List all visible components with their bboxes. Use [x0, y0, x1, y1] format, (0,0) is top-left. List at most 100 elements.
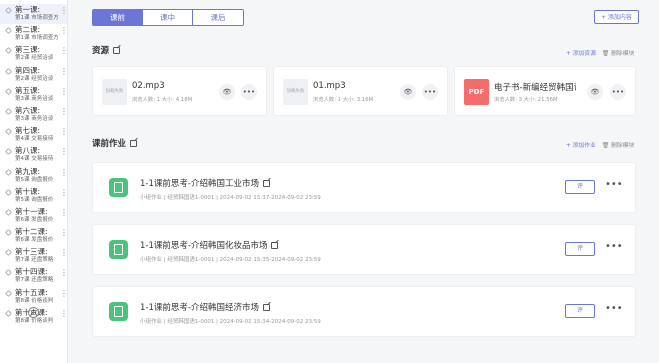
drag-handle-icon[interactable] [4, 208, 13, 216]
homework-icon [109, 302, 128, 321]
more-icon[interactable]: ••• [605, 304, 623, 314]
vertical-more-icon[interactable]: ⋮ [60, 229, 67, 237]
eye-icon[interactable]: 👁 [400, 84, 416, 100]
homework-icon [109, 178, 128, 197]
edit-icon[interactable] [262, 180, 270, 187]
sidebar-lesson-item[interactable]: 第五课: 第3课 商务洽谈 ⋮ [0, 85, 67, 105]
audio-thumbnail: 加载失败 [283, 79, 308, 105]
review-button[interactable]: 评 [565, 242, 595, 256]
sidebar-lesson-item[interactable]: 第二课:第1课 市场调查方法⋮ [0, 24, 67, 44]
delete-module-link[interactable]: 🗑 删除模块 [602, 143, 634, 149]
add-resource-link[interactable]: + 添加资源 [566, 51, 596, 57]
resources-title: 资源 [92, 46, 110, 56]
sidebar-lesson-item[interactable]: 第六课: 第3课 商务洽谈 ⋮ [0, 105, 67, 125]
sidebar-lesson-item[interactable]: 第十四课: 第7课 还盘策略 ⋮ [0, 266, 67, 286]
drag-handle-icon[interactable] [4, 289, 13, 297]
review-button[interactable]: 评 [565, 304, 595, 318]
tab-in-class[interactable]: 课中 [143, 10, 193, 25]
sidebar-lesson-item[interactable]: 第十三课: 第7课 还盘策略 ⋮ [0, 246, 67, 266]
vertical-more-icon[interactable]: ⋮ [60, 47, 67, 55]
vertical-more-icon[interactable]: ⋮ [60, 188, 67, 197]
eye-icon[interactable]: 👁 [587, 84, 603, 100]
sidebar-lesson-item[interactable]: 第十五课: 第8课 价格谈判 ⋮ [0, 287, 67, 307]
vertical-more-icon[interactable]: ⋮ [60, 208, 67, 217]
homework-icon [109, 240, 128, 259]
drag-handle-icon[interactable] [4, 269, 13, 277]
sidebar-lesson-item[interactable]: 第十课: 第5课 询盘报价 ⋮ [0, 186, 67, 206]
edit-icon[interactable] [262, 304, 270, 311]
more-icon[interactable]: ••• [610, 84, 626, 100]
sidebar-lesson-item[interactable]: 第十一课: 第6课 发盘报价 ⋮ [0, 206, 67, 226]
homework-title: 课前作业 [92, 139, 127, 149]
resource-card[interactable]: PDF 电子书-新编经贸韩国语 浏览人数: 3 大小: 21.56M 👁 ••• [454, 66, 636, 116]
sidebar-lesson-item[interactable]: 第四课: 第2课 经贸洽谈 ⋮ [0, 65, 67, 85]
homework-card[interactable]: 1-1课前思考-介绍韩国经济市场 小组作业 | 经贸韩国语1-0001 | 20… [92, 286, 636, 337]
audio-thumbnail: 加载失败 [102, 79, 127, 105]
sidebar-lesson-item[interactable]: 第三课: 第2课 经贸洽谈 ⋮ [0, 44, 67, 64]
vertical-more-icon[interactable]: ⋮ [60, 87, 67, 96]
lesson-subtitle: 第5课 询盘报价 [15, 176, 54, 183]
resource-name: 02.mp3 [132, 81, 165, 91]
vertical-more-icon[interactable]: ⋮ [60, 148, 67, 156]
vertical-more-icon[interactable]: ⋮ [60, 107, 67, 116]
app-root: 第一课:第1课 市场调查方法⋮第二课:第1课 市场调查方法⋮第三课:第2课 经贸… [0, 0, 659, 363]
drag-handle-icon[interactable] [4, 168, 13, 176]
homework-card[interactable]: 1-1课前思考-介绍韩国工业市场 小组作业 | 经贸韩国语1-0001 | 20… [92, 162, 636, 213]
homework-title: 1-1课前思考-介绍韩国化妆品市场 [140, 239, 279, 251]
sidebar-lesson-item[interactable]: 第一课:第1课 市场调查方法⋮ [0, 4, 67, 25]
drag-handle-icon[interactable] [4, 188, 13, 196]
lesson-subtitle: 第5课 询盘报价 [15, 196, 54, 203]
add-homework-link[interactable]: + 添加作业 [566, 143, 596, 149]
homework-title: 1-1课前思考-介绍韩国经济市场 [140, 301, 270, 313]
pdf-icon: PDF [464, 79, 489, 105]
vertical-more-icon[interactable]: ⋮ [60, 309, 67, 318]
drag-handle-icon[interactable] [4, 27, 13, 35]
more-icon[interactable]: ••• [241, 84, 257, 100]
homework-title: 1-1课前思考-介绍韩国工业市场 [140, 177, 270, 189]
drag-handle-icon[interactable] [4, 47, 13, 55]
drag-handle-icon[interactable] [4, 128, 13, 136]
resource-card[interactable]: 加载失败 02.mp3 浏览人数: 1 大小: 4.18M 👁 ••• [92, 66, 267, 116]
vertical-more-icon[interactable]: ⋮ [60, 168, 67, 177]
sidebar-lesson-item[interactable]: 第七课: 第4课 交易接待 ⋮ [0, 125, 67, 145]
eye-icon[interactable]: 👁 [219, 84, 235, 100]
drag-handle-icon[interactable] [4, 87, 13, 95]
drag-handle-icon[interactable] [4, 148, 13, 156]
vertical-more-icon[interactable]: ⋮ [60, 7, 67, 15]
vertical-more-icon[interactable]: ⋮ [60, 67, 67, 76]
drag-handle-icon[interactable] [4, 107, 13, 115]
add-lesson-icon[interactable]: ⊕ [28, 307, 39, 318]
sidebar-lesson-item[interactable]: 第八课: 第4课 交易接待 ⋮ [0, 145, 67, 165]
more-icon[interactable]: ••• [605, 180, 623, 190]
vertical-more-icon[interactable]: ⋮ [60, 289, 67, 298]
drag-handle-icon[interactable] [4, 249, 13, 257]
drag-handle-icon[interactable] [4, 6, 13, 15]
homework-meta: 小组作业 | 经贸韩国语1-0001 | 2024-09-02 15:34-20… [140, 319, 321, 325]
review-button[interactable]: 评 [565, 180, 595, 194]
more-icon[interactable]: ••• [605, 242, 623, 252]
lesson-sidebar: 第一课:第1课 市场调查方法⋮第二课:第1课 市场调查方法⋮第三课:第2课 经贸… [0, 0, 68, 363]
sidebar-lesson-item[interactable]: 第十二课: 第6课 发盘报价 ⋮ [0, 226, 67, 246]
vertical-more-icon[interactable]: ⋮ [60, 128, 67, 136]
resources-section-title: 资源 [92, 44, 121, 56]
vertical-more-icon[interactable]: ⋮ [60, 249, 67, 257]
drag-handle-icon[interactable] [4, 229, 13, 237]
more-icon[interactable]: ••• [422, 84, 438, 100]
delete-module-link[interactable]: 🗑 删除模块 [602, 51, 634, 57]
lesson-subtitle: 第8课 价格谈判 [15, 297, 54, 304]
vertical-more-icon[interactable]: ⋮ [60, 27, 67, 35]
tab-before-class[interactable]: 课前 [93, 10, 143, 25]
drag-handle-icon[interactable] [4, 67, 13, 75]
edit-icon[interactable] [271, 242, 279, 249]
resource-meta: 浏览人数: 1 大小: 3.16M [313, 97, 374, 103]
add-content-button[interactable]: + 添加内容 [594, 10, 639, 24]
edit-icon[interactable] [130, 140, 138, 147]
edit-icon[interactable] [113, 47, 121, 54]
resource-card[interactable]: 加载失败 01.mp3 浏览人数: 1 大小: 3.16M 👁 ••• [273, 66, 448, 116]
sidebar-lesson-item[interactable]: 第九课: 第5课 询盘报价 ⋮ [0, 166, 67, 186]
stage-tabs: 课前 课中 课后 [92, 9, 244, 26]
tab-after-class[interactable]: 课后 [193, 10, 243, 25]
vertical-more-icon[interactable]: ⋮ [60, 269, 67, 277]
drag-handle-icon[interactable] [4, 309, 13, 317]
homework-card[interactable]: 1-1课前思考-介绍韩国化妆品市场 小组作业 | 经贸韩国语1-0001 | 2… [92, 224, 636, 275]
